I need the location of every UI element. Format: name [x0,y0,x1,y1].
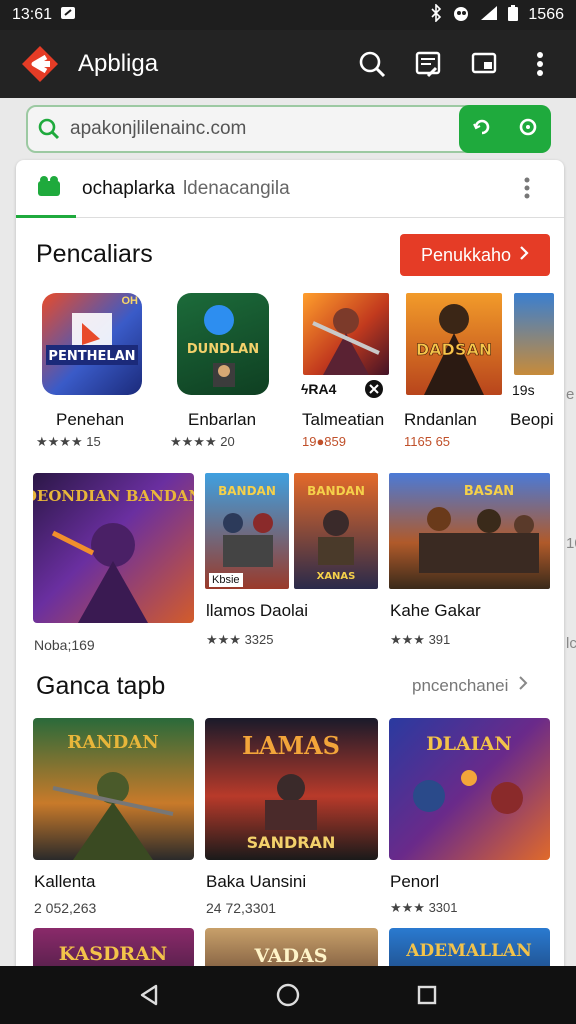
game-rating: 2 052,263 [34,900,97,916]
search-icon[interactable] [356,48,388,80]
game-banner-1[interactable]: DEONDIAN BANDAN [33,473,194,623]
see-more-label: pncenchanei [412,675,509,695]
app-icon-4-text: DADSAN [416,340,492,359]
edit-list-icon[interactable] [412,48,444,80]
game-banner-5[interactable]: RANDAN [33,718,194,860]
game-rating: 24 72,3301 [206,900,277,916]
game-banner-7[interactable]: DLAIAN [389,718,550,860]
app-name[interactable]: Enbarlan [188,410,256,430]
banner-text: KASDRAN [59,943,168,965]
game-title[interactable]: Baka Uansini [206,872,306,892]
app-icon-1[interactable]: PENTHELAN OH [42,293,142,395]
app-badge: ϟRA4 [301,381,337,397]
tab-bar: ochaplarka ldenacangila [16,160,564,218]
section-action-label: Penukkaho [420,244,512,265]
banner-text: DEONDIAN BANDAN [33,487,194,505]
game-banner-4[interactable]: BASAN [389,473,550,589]
tab-active[interactable]: ochaplarka [82,178,175,200]
app-icon-3[interactable] [303,293,389,375]
game-banner-3[interactable]: BANDAN XANAS [294,473,378,589]
see-more-link[interactable]: pncenchanei [412,675,528,696]
battery-icon [507,4,519,27]
status-time: 13:61 [12,6,53,23]
chevron-right-icon [518,675,528,696]
banner-subtext: XANAS [317,571,356,582]
content-card: ochaplarka ldenacangila Pencaliars Penuk… [16,160,564,990]
banner-text: ADEMALLAN [405,941,532,961]
more-vert-icon[interactable] [524,177,530,204]
signal-icon [480,5,498,26]
search-icon [28,118,70,140]
banner-text: BANDAN [218,484,276,498]
refresh-icon[interactable] [471,116,493,143]
banner-text: VADAS [254,945,328,967]
app-bar: Apbliga [0,30,576,98]
app-rating: ★★★★ 15 [36,434,101,449]
banner-text: DLAIAN [426,733,512,755]
app-rating: ★★★★ 20 [170,434,235,449]
status-bar: 13:61 1566 [0,0,576,30]
back-icon[interactable] [129,975,169,1015]
app-name[interactable]: Penehan [56,410,124,430]
tab-indicator [16,215,76,218]
cast-icon[interactable] [468,48,500,80]
section-title: Pencaliars [36,240,153,268]
game-title[interactable]: Noba;169 [34,637,95,653]
app-logo-icon[interactable] [20,44,60,84]
game-controller-icon [364,379,384,404]
notification-icon [60,6,76,25]
game-banner-6[interactable]: LAMAS SANDRAN [205,718,378,860]
section-action-button[interactable]: Penukkaho [400,234,550,276]
app-name[interactable]: Rndanlan [404,410,477,430]
bluetooth-icon [430,2,442,27]
search-bar[interactable]: apakonjlilenainc.com [26,105,551,153]
game-rating: ★★★ 3325 [206,632,274,647]
app-icon-2[interactable]: DUNDLAN [177,293,269,395]
wifi-icon [451,5,471,26]
peek-text: e [566,386,575,403]
more-vert-icon[interactable] [524,48,556,80]
banner-label: Kbsie [209,573,243,587]
home-icon[interactable] [268,975,308,1015]
app-icon-4[interactable]: DADSAN [406,293,502,395]
chevron-right-icon [519,245,529,266]
banner-text: RANDAN [67,732,158,753]
banner-text: BANDAN [307,484,365,498]
app-badge: OH [121,295,139,307]
app-rating: 1165 65 [404,434,451,449]
section-title: Ganca tapb [36,672,166,700]
store-icon [36,174,64,203]
app-icon-2-text: DUNDLAN [187,342,259,357]
app-rating: 19●859 [302,434,347,449]
tab-inactive[interactable]: ldenacangila [183,178,290,200]
app-title: Apbliga [78,50,159,77]
app-badge: 19s [512,382,535,398]
game-rating: ★★★ 391 [390,632,451,647]
peek-text: 10 [566,535,576,552]
game-title[interactable]: Penorl [390,872,439,892]
sync-icon[interactable] [517,116,539,143]
battery-level: 1566 [528,6,564,23]
game-rating: ★★★ 3301 [390,900,458,915]
navigation-bar [0,966,576,1024]
app-icon-5[interactable] [514,293,554,375]
game-title[interactable]: Kallenta [34,872,95,892]
game-banner-2[interactable]: BANDAN Kbsie [205,473,289,589]
game-title[interactable]: llamos Daolai [206,601,308,621]
app-name[interactable]: Talmeatian [302,410,384,430]
app-name[interactable]: Beopi [510,410,553,430]
banner-text: BASAN [464,484,514,499]
peek-text: lc [566,635,576,652]
game-title[interactable]: Kahe Gakar [390,601,481,621]
banner-text: LAMAS [242,731,340,760]
search-input[interactable]: apakonjlilenainc.com [70,118,459,140]
recents-icon[interactable] [407,975,447,1015]
app-icon-1-text: PENTHELAN [48,349,135,364]
banner-subtext: SANDRAN [247,833,336,852]
